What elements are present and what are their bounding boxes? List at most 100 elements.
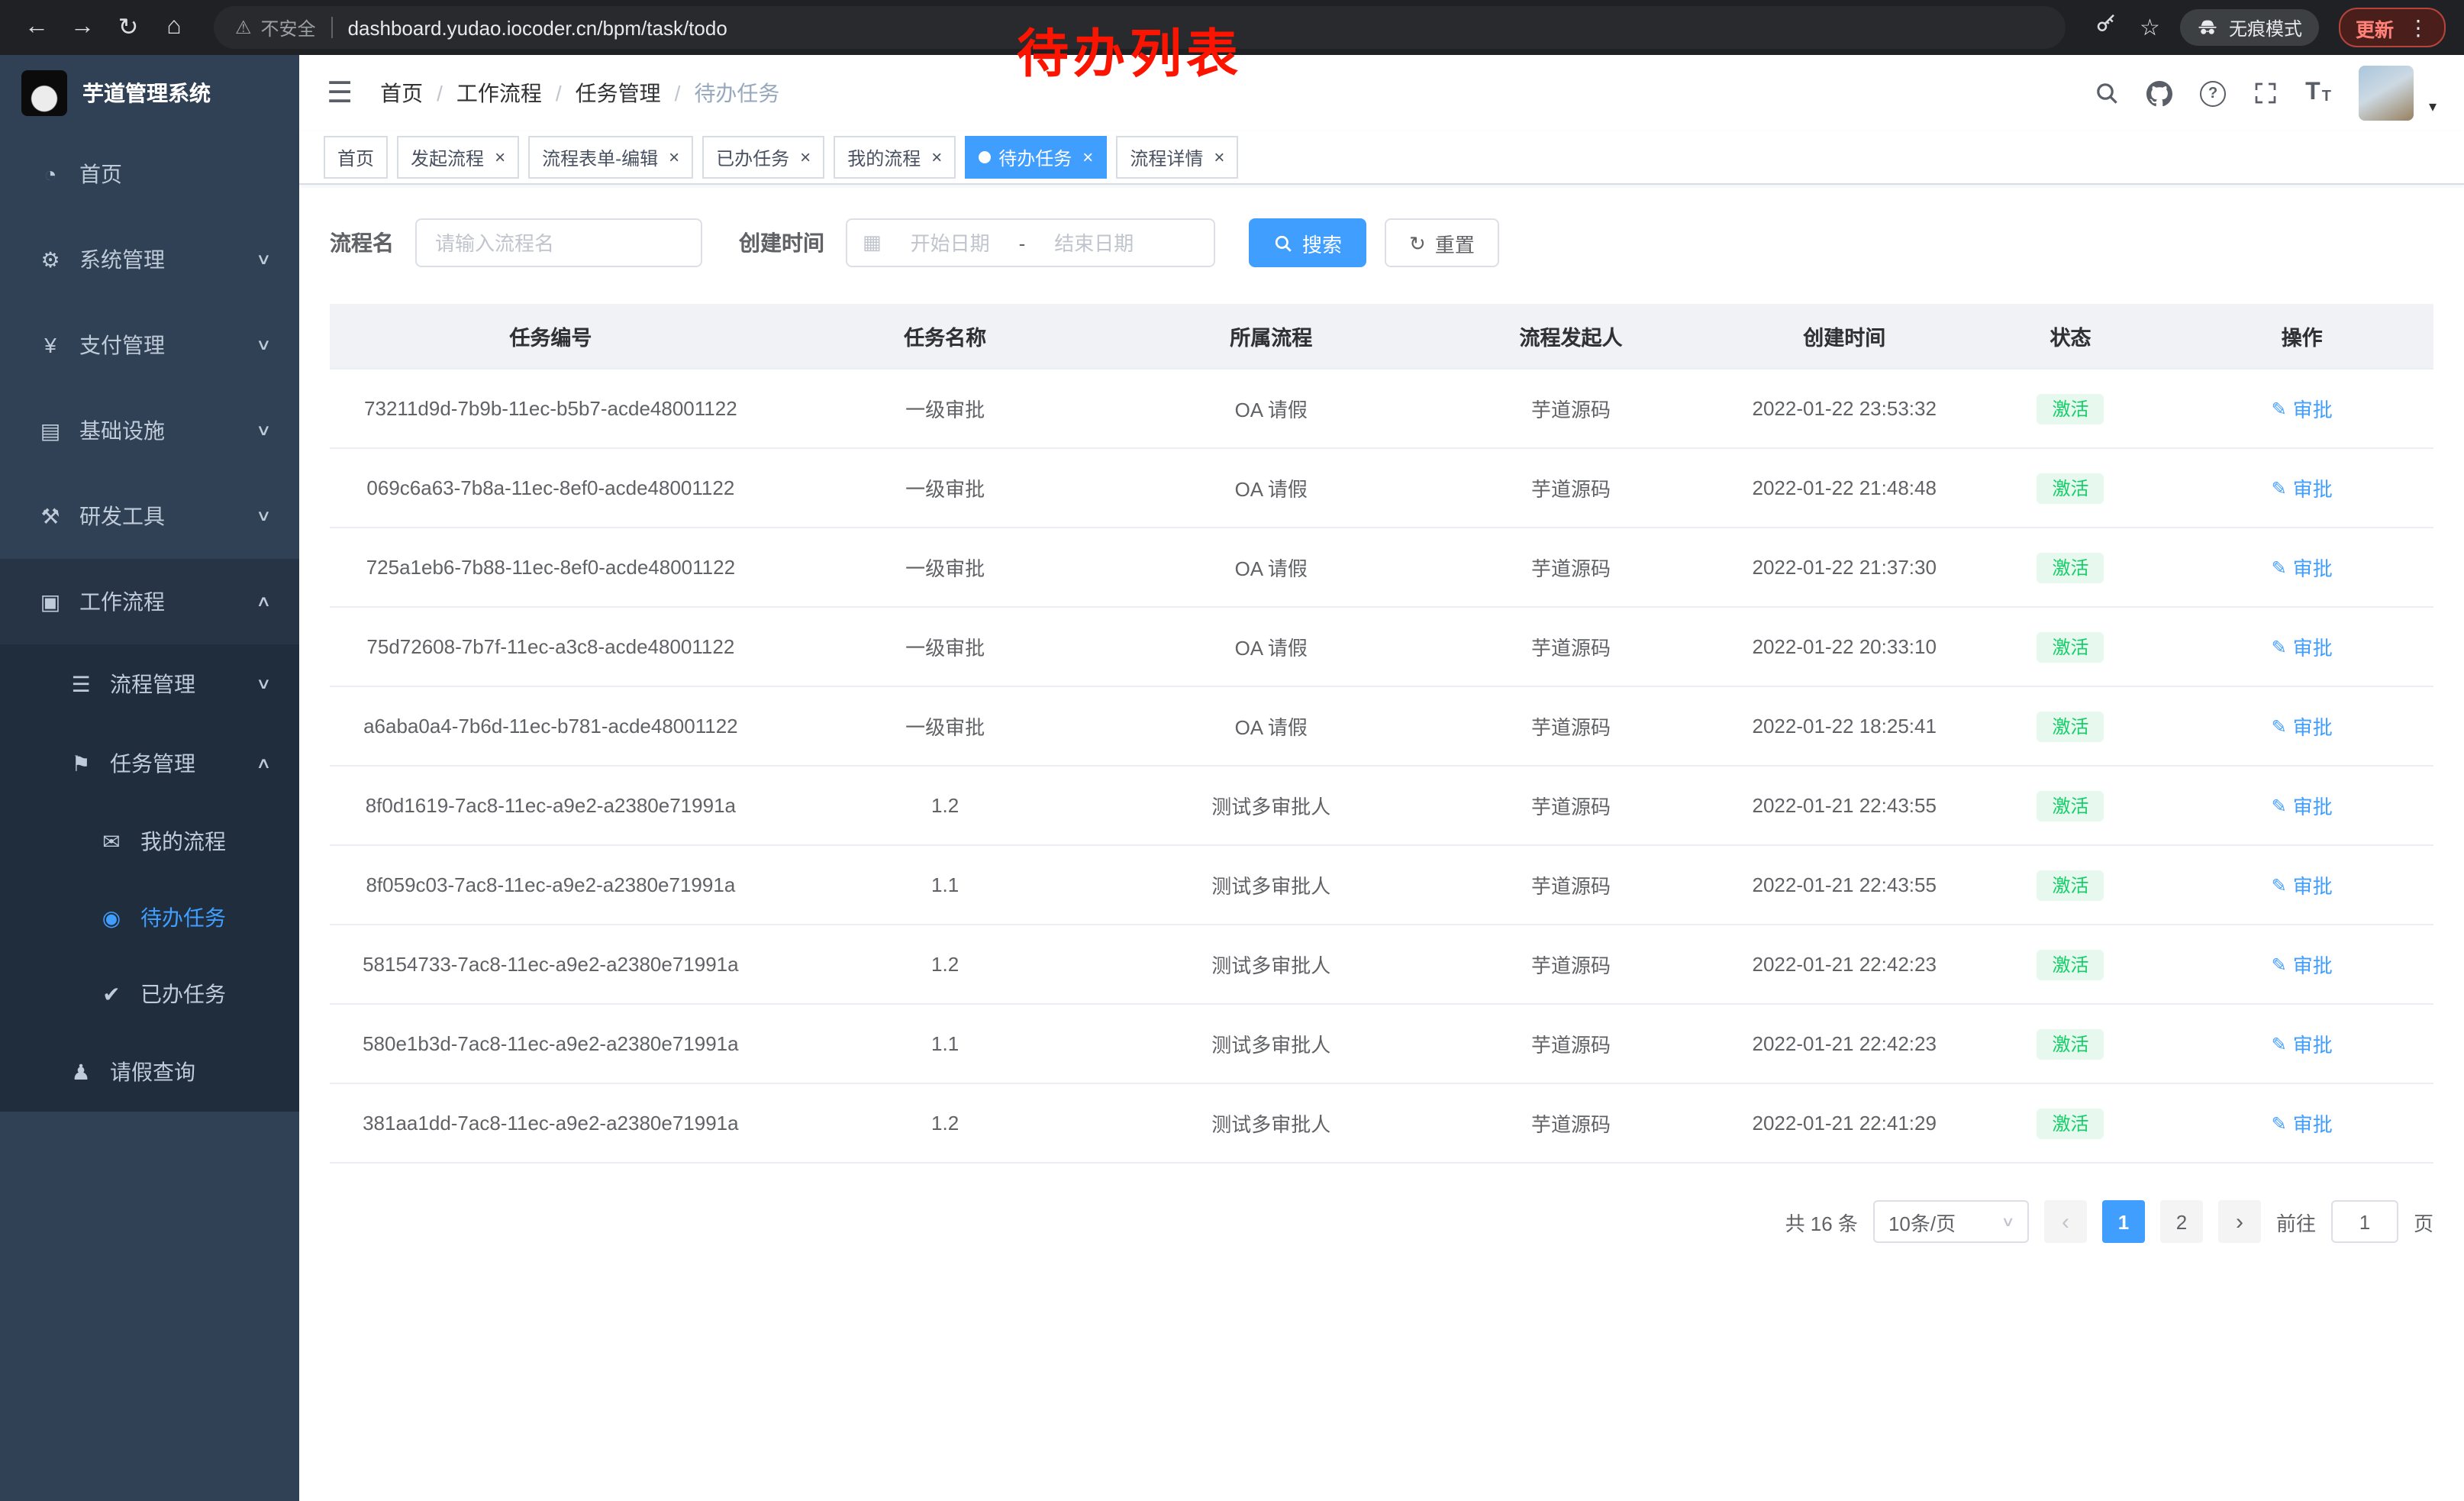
process-name-input[interactable] bbox=[415, 218, 702, 267]
column-header-starter: 流程发起人 bbox=[1424, 304, 1718, 369]
edit-icon: ✎ bbox=[2272, 874, 2287, 896]
approve-link[interactable]: ✎审批 bbox=[2272, 632, 2333, 661]
approve-link[interactable]: ✎审批 bbox=[2272, 553, 2333, 582]
infrastructure-icon: ▤ bbox=[34, 418, 67, 444]
home-icon[interactable]: ⌂ bbox=[156, 14, 192, 41]
status-badge: 激活 bbox=[2037, 552, 2104, 583]
forward-icon[interactable]: → bbox=[64, 14, 101, 41]
breadcrumb-home[interactable]: 首页 bbox=[380, 78, 423, 108]
next-page-button[interactable]: › bbox=[2218, 1200, 2261, 1243]
column-header-actions: 操作 bbox=[2170, 304, 2433, 369]
start-date-input[interactable] bbox=[888, 230, 1013, 256]
approve-link[interactable]: ✎审批 bbox=[2272, 712, 2333, 741]
sidebar-item-home[interactable]: ◔ 首页 bbox=[0, 131, 299, 217]
app-shell: 芋道管理系统 ◔ 首页 ⚙ 系统管理 ∨ ¥ 支付管理 ∨ ▤ bbox=[0, 55, 2464, 1501]
approve-link[interactable]: ✎审批 bbox=[2272, 950, 2333, 979]
fullscreen-icon[interactable] bbox=[2253, 81, 2278, 105]
github-icon[interactable] bbox=[2146, 80, 2172, 106]
sidebar-item-task-management[interactable]: ⚑ 任务管理 ∧ bbox=[0, 724, 299, 803]
workflow-icon: ▣ bbox=[34, 589, 67, 615]
tab-my-processes[interactable]: 我的流程 × bbox=[834, 136, 956, 179]
approve-link[interactable]: ✎审批 bbox=[2272, 791, 2333, 820]
close-icon[interactable]: × bbox=[800, 148, 811, 166]
approve-link[interactable]: ✎审批 bbox=[2272, 870, 2333, 899]
table-row: 725a1eb6-7b88-11ec-8ef0-acde48001122 一级审… bbox=[330, 528, 2433, 607]
sidebar-item-payment-management[interactable]: ¥ 支付管理 ∨ bbox=[0, 302, 299, 388]
status-badge: 激活 bbox=[2037, 473, 2104, 503]
end-date-input[interactable] bbox=[1031, 230, 1156, 256]
page-2-button[interactable]: 2 bbox=[2160, 1200, 2203, 1243]
close-icon[interactable]: × bbox=[1082, 148, 1093, 166]
update-button[interactable]: 更新 ⋮ bbox=[2339, 8, 2446, 47]
chevron-down-icon: ∨ bbox=[255, 508, 271, 525]
app-title: 芋道管理系统 bbox=[82, 78, 211, 108]
status-badge: 激活 bbox=[2037, 870, 2104, 900]
approve-link[interactable]: ✎审批 bbox=[2272, 394, 2333, 423]
goto-page-input[interactable] bbox=[2331, 1200, 2398, 1243]
app-logo[interactable]: 芋道管理系统 bbox=[0, 55, 299, 131]
breadcrumb-workflow[interactable]: 工作流程 bbox=[456, 78, 542, 108]
column-header-task-name: 任务名称 bbox=[772, 304, 1119, 369]
tab-start-process[interactable]: 发起流程 × bbox=[397, 136, 519, 179]
sidebar-menu: ◔ 首页 ⚙ 系统管理 ∨ ¥ 支付管理 ∨ ▤ 基础设施 ∨ bbox=[0, 131, 299, 1112]
sidebar-item-leave-query[interactable]: ♟ 请假查询 bbox=[0, 1032, 299, 1112]
approve-link[interactable]: ✎审批 bbox=[2272, 1029, 2333, 1058]
tasks-icon: ⚑ bbox=[64, 750, 98, 776]
sidebar-item-infrastructure[interactable]: ▤ 基础设施 ∨ bbox=[0, 388, 299, 473]
tab-todo-tasks[interactable]: 待办任务 × bbox=[965, 136, 1107, 179]
avatar[interactable] bbox=[2359, 66, 2414, 121]
page-size-select[interactable]: 10条/页 ∨ bbox=[1873, 1200, 2029, 1243]
close-icon[interactable]: × bbox=[669, 148, 679, 166]
incognito-icon bbox=[2197, 17, 2218, 38]
approve-link[interactable]: ✎审批 bbox=[2272, 473, 2333, 502]
warning-icon: ⚠ bbox=[235, 17, 252, 38]
key-icon[interactable] bbox=[2092, 12, 2120, 43]
status-badge: 激活 bbox=[2037, 949, 2104, 980]
tab-process-detail[interactable]: 流程详情 × bbox=[1116, 136, 1238, 179]
approve-link[interactable]: ✎审批 bbox=[2272, 1109, 2333, 1138]
hamburger-icon[interactable]: ☰ bbox=[327, 76, 353, 111]
page-1-button[interactable]: 1 bbox=[2102, 1200, 2145, 1243]
status-badge: 激活 bbox=[2037, 631, 2104, 662]
column-header-create-time: 创建时间 bbox=[1718, 304, 1971, 369]
search-icon[interactable] bbox=[2095, 81, 2119, 105]
browser-chrome: ← → ↻ ⌂ ⚠ 不安全 dashboard.yudao.iocoder.cn… bbox=[0, 0, 2464, 55]
help-icon[interactable]: ? bbox=[2200, 80, 2226, 106]
date-range-picker[interactable]: ▦ - bbox=[846, 218, 1215, 267]
security-status[interactable]: ⚠ 不安全 bbox=[235, 15, 316, 40]
edit-icon: ✎ bbox=[2272, 954, 2287, 975]
dashboard-icon: ◔ bbox=[34, 162, 67, 186]
sidebar-item-system-management[interactable]: ⚙ 系统管理 ∨ bbox=[0, 217, 299, 302]
close-icon[interactable]: × bbox=[931, 148, 942, 166]
edit-icon: ✎ bbox=[2272, 1033, 2287, 1054]
sidebar-item-todo-tasks[interactable]: ◉ 待办任务 bbox=[0, 880, 299, 956]
tab-process-form-edit[interactable]: 流程表单-编辑 × bbox=[528, 136, 693, 179]
check-icon: ✔ bbox=[95, 981, 128, 1007]
sidebar-item-done-tasks[interactable]: ✔ 已办任务 bbox=[0, 956, 299, 1032]
prev-page-button[interactable]: ‹ bbox=[2044, 1200, 2087, 1243]
back-icon[interactable]: ← bbox=[18, 14, 55, 41]
reload-icon[interactable]: ↻ bbox=[110, 12, 147, 43]
table-row: 381aa1dd-7ac8-11ec-a9e2-a2380e71991a 1.2… bbox=[330, 1083, 2433, 1163]
browser-menu-icon[interactable]: ⋮ bbox=[2408, 15, 2429, 40]
search-button[interactable]: 搜索 bbox=[1249, 218, 1366, 267]
font-size-icon[interactable]: TT bbox=[2305, 81, 2331, 105]
sidebar-item-my-processes[interactable]: ✉ 我的流程 bbox=[0, 803, 299, 880]
close-icon[interactable]: × bbox=[495, 148, 505, 166]
tab-done-tasks[interactable]: 已办任务 × bbox=[702, 136, 824, 179]
table-row: 580e1b3d-7ac8-11ec-a9e2-a2380e71991a 1.1… bbox=[330, 1004, 2433, 1083]
sidebar-item-workflow[interactable]: ▣ 工作流程 ∧ bbox=[0, 559, 299, 644]
chevron-up-icon: ∧ bbox=[255, 755, 271, 772]
close-icon[interactable]: × bbox=[1214, 148, 1224, 166]
top-navbar: ☰ 首页 / 工作流程 / 任务管理 / 待办任务 bbox=[299, 55, 2464, 131]
breadcrumb-task-management[interactable]: 任务管理 bbox=[576, 78, 661, 108]
tab-home[interactable]: 首页 bbox=[324, 136, 388, 179]
sidebar-item-dev-tools[interactable]: ⚒ 研发工具 ∨ bbox=[0, 473, 299, 559]
bookmark-star-icon[interactable]: ☆ bbox=[2140, 14, 2160, 41]
tabs-bar: 首页 发起流程 × 流程表单-编辑 × 已办任务 × 我的流程 × bbox=[299, 131, 2464, 185]
caret-down-icon[interactable]: ▾ bbox=[2429, 99, 2437, 121]
table-row: 069c6a63-7b8a-11ec-8ef0-acde48001122 一级审… bbox=[330, 448, 2433, 528]
reset-button[interactable]: ↻ 重置 bbox=[1385, 218, 1499, 267]
create-time-label: 创建时间 bbox=[739, 228, 824, 258]
sidebar-item-process-management[interactable]: ☰ 流程管理 ∨ bbox=[0, 644, 299, 724]
